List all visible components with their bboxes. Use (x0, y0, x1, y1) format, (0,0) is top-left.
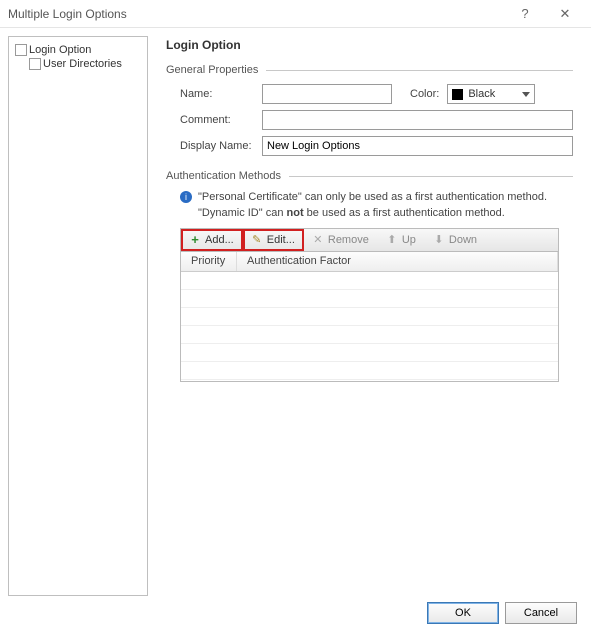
down-button[interactable]: ⬇ Down (425, 229, 486, 251)
arrow-down-icon: ⬇ (433, 234, 445, 246)
page-title: Login Option (166, 38, 573, 52)
color-value: Black (468, 88, 522, 100)
help-button[interactable]: ? (505, 0, 545, 28)
button-label: Remove (328, 234, 369, 246)
plus-icon: + (189, 234, 201, 246)
chevron-down-icon (522, 92, 530, 97)
remove-button[interactable]: ✕ Remove (304, 229, 378, 251)
info-line2-bold: not (287, 207, 304, 219)
tree-node-icon (15, 44, 27, 56)
table-row[interactable] (181, 272, 558, 290)
display-name-input[interactable] (262, 136, 573, 156)
info-line1: "Personal Certificate" can only be used … (198, 191, 547, 203)
table-row[interactable] (181, 290, 558, 308)
nav-tree: Login Option User Directories (8, 36, 148, 596)
label-comment: Comment: (180, 114, 262, 126)
info-line2-pre: "Dynamic ID" can (198, 207, 287, 219)
button-label: Add... (205, 234, 234, 246)
group-title: Authentication Methods (166, 170, 289, 182)
tree-node-icon (29, 58, 41, 70)
divider (266, 70, 573, 71)
row-name: Name: Color: Black (166, 84, 573, 104)
group-title: General Properties (166, 64, 266, 76)
col-priority[interactable]: Priority (181, 252, 237, 271)
main-panel: Login Option General Properties Name: Co… (156, 36, 583, 596)
group-general: General Properties Name: Color: Black Co… (166, 64, 573, 156)
table-row[interactable] (181, 326, 558, 344)
name-input[interactable] (262, 84, 392, 104)
table-row[interactable] (181, 308, 558, 326)
window-title: Multiple Login Options (8, 7, 505, 21)
info-note: i "Personal Certificate" can only be use… (166, 190, 573, 222)
info-text: "Personal Certificate" can only be used … (198, 190, 547, 222)
remove-icon: ✕ (312, 234, 324, 246)
table-row[interactable] (181, 362, 558, 380)
comment-input[interactable] (262, 110, 573, 130)
pencil-icon: ✎ (251, 234, 263, 246)
table-row[interactable] (181, 344, 558, 362)
arrow-up-icon: ⬆ (386, 234, 398, 246)
close-button[interactable]: ✕ (545, 0, 585, 28)
tree-item-login-option[interactable]: Login Option (13, 43, 143, 57)
tree-item-label: User Directories (43, 58, 122, 70)
info-icon: i (180, 191, 192, 203)
client-area: Login Option User Directories Login Opti… (0, 28, 591, 604)
col-factor[interactable]: Authentication Factor (237, 252, 558, 271)
group-auth-methods: Authentication Methods i "Personal Certi… (166, 170, 573, 382)
color-swatch-icon (452, 89, 463, 100)
auth-toolbar: + Add... ✎ Edit... ✕ Remove ⬆ Up ⬇ Dow (180, 228, 559, 252)
row-display: Display Name: (166, 136, 573, 156)
auth-table: Priority Authentication Factor (180, 252, 559, 382)
button-label: Up (402, 234, 416, 246)
table-header: Priority Authentication Factor (181, 252, 558, 272)
ok-button[interactable]: OK (427, 602, 499, 624)
button-label: Edit... (267, 234, 295, 246)
add-button[interactable]: + Add... (181, 229, 243, 251)
label-color: Color: (410, 88, 439, 100)
group-header-general: General Properties (166, 64, 573, 76)
tree-item-label: Login Option (29, 44, 91, 56)
titlebar: Multiple Login Options ? ✕ (0, 0, 591, 28)
info-line2-post: be used as a first authentication method… (304, 207, 505, 219)
edit-button[interactable]: ✎ Edit... (243, 229, 304, 251)
button-label: Down (449, 234, 477, 246)
label-name: Name: (180, 88, 262, 100)
divider (289, 176, 573, 177)
color-select[interactable]: Black (447, 84, 535, 104)
cancel-button[interactable]: Cancel (505, 602, 577, 624)
dialog-footer: OK Cancel (0, 604, 591, 630)
group-header-auth: Authentication Methods (166, 170, 573, 182)
tree-item-user-directories[interactable]: User Directories (27, 57, 143, 71)
label-display-name: Display Name: (180, 140, 262, 152)
row-comment: Comment: (166, 110, 573, 130)
up-button[interactable]: ⬆ Up (378, 229, 425, 251)
